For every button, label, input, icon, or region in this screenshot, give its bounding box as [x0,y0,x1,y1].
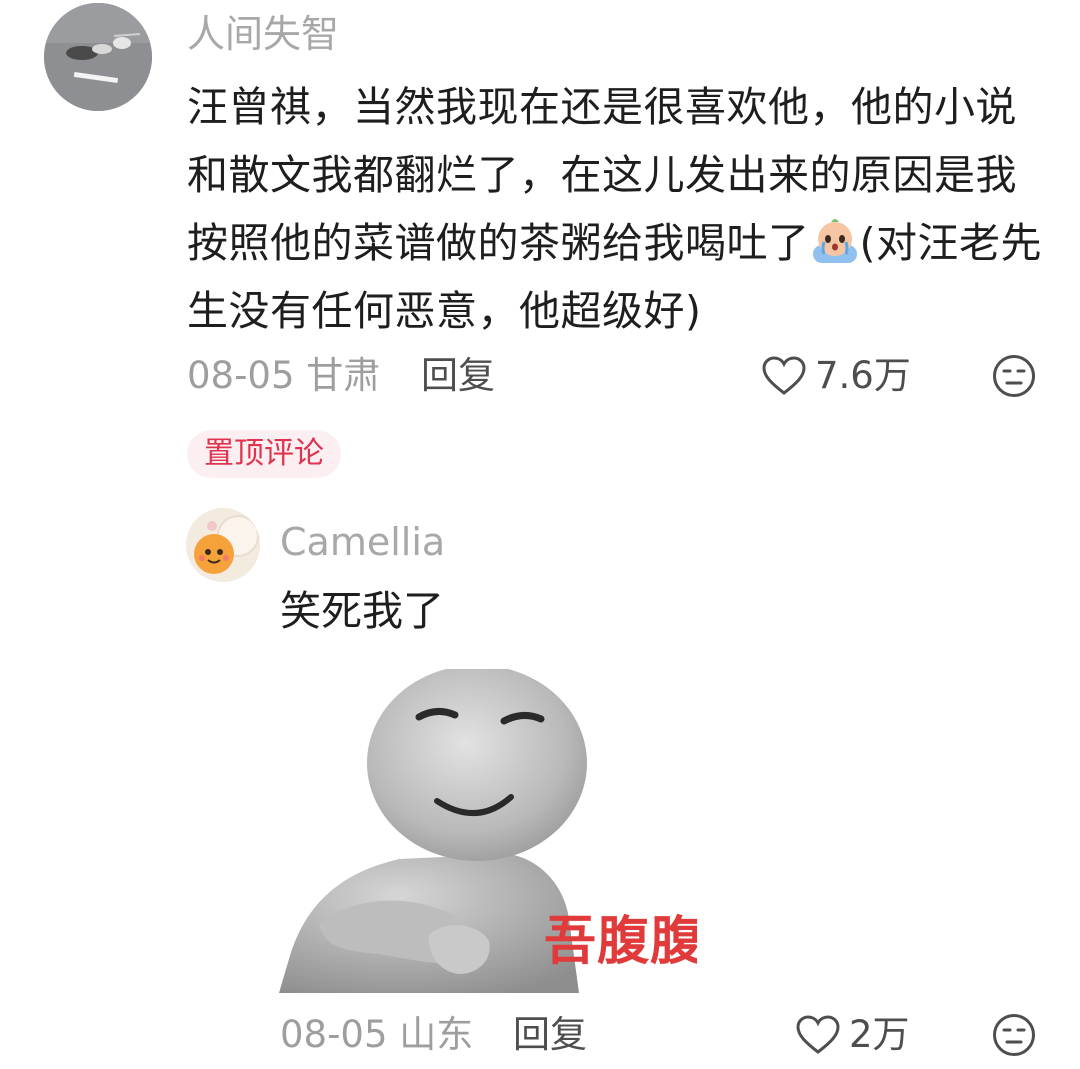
pinned-comment-badge: 置顶评论 [187,430,341,478]
crying-emoji-icon [810,215,860,265]
avatar[interactable] [44,3,152,111]
comment-location: 甘肃 [306,354,381,397]
comment-username[interactable]: 人间失智 [187,10,339,58]
reply-text: 笑死我了 [280,587,444,635]
reply-dislike-button[interactable] [992,1013,1036,1069]
avatar-photo-icon [44,3,152,111]
reply-avatar[interactable] [186,508,260,582]
comment-meta: 08-05 甘肃 回复 7.6万 [187,352,1047,400]
comment-date-location: 08-05 甘肃 [187,352,380,400]
comment-date: 08-05 [187,354,295,397]
unamused-face-icon [993,1014,1035,1056]
reply-like-count: 2万 [849,1013,910,1056]
reply-username[interactable]: Camellia [280,518,445,566]
avatar-cartoon-icon [186,508,260,582]
sticker-caption: 吾腹腹 [544,912,697,972]
comment-text: 汪曾祺，当然我现在还是很喜欢他，他的小说和散文我都翻烂了，在这儿发出来的原因是我… [187,73,1047,345]
reply-location: 山东 [399,1013,474,1056]
unamused-face-icon [993,355,1035,397]
sticker-image[interactable]: 吾腹腹 [279,669,697,993]
reply-date: 08-05 [280,1013,388,1056]
reply-meta: 08-05 山东 回复 2万 [280,1011,1047,1059]
dislike-button[interactable] [992,354,1036,410]
reply-like-button[interactable]: 2万 [795,1011,910,1059]
heart-icon [796,1015,840,1054]
heart-icon [762,356,806,395]
reply-button[interactable]: 回复 [421,352,495,400]
like-count: 7.6万 [815,354,911,397]
like-button[interactable]: 7.6万 [761,352,911,400]
reply-reply-button[interactable]: 回复 [513,1011,587,1059]
reply-date-location: 08-05 山东 [280,1011,473,1059]
